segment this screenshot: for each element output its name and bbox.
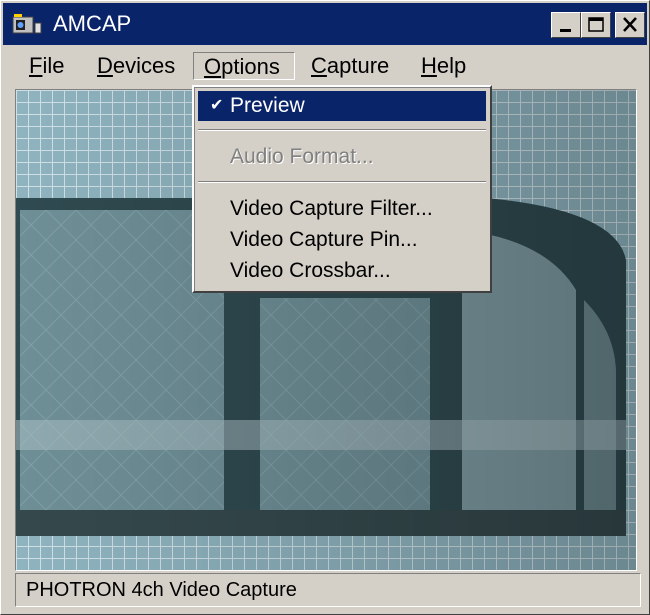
title-bar[interactable]: AMCAP	[3, 3, 647, 45]
maximize-icon	[588, 17, 604, 32]
menu-options[interactable]: Options	[193, 52, 295, 80]
menu-devices-mnemonic: D	[97, 53, 113, 78]
menu-item-preview[interactable]: ✔ Preview	[198, 91, 486, 121]
menu-item-video-capture-filter-label: Video Capture Filter...	[230, 197, 433, 220]
status-bar: PHOTRON 4ch Video Capture	[15, 573, 641, 607]
menu-capture-mnemonic: C	[311, 53, 327, 78]
menu-file-label: ile	[42, 53, 65, 78]
menu-item-video-capture-pin[interactable]: Video Capture Pin...	[198, 225, 486, 255]
menu-help[interactable]: Help	[411, 52, 476, 80]
menu-file[interactable]: File	[19, 52, 74, 80]
minimize-icon	[560, 29, 571, 32]
menu-devices-label: evices	[112, 53, 176, 78]
menu-options-label: ptions	[221, 54, 280, 79]
menu-file-mnemonic: F	[29, 53, 43, 78]
maximize-button[interactable]	[581, 12, 611, 38]
menu-item-video-crossbar-label: Video Crossbar...	[230, 259, 391, 282]
window-title: AMCAP	[53, 11, 132, 36]
menu-capture-label: apture	[326, 53, 390, 78]
menu-capture[interactable]: Capture	[301, 52, 399, 80]
menu-separator	[198, 129, 486, 131]
menu-devices[interactable]: Devices	[87, 52, 185, 80]
check-icon: ✔	[210, 97, 224, 114]
status-text: PHOTRON 4ch Video Capture	[26, 579, 297, 601]
menu-item-audio-format-label: Audio Format...	[230, 145, 374, 168]
menu-item-audio-format: Audio Format...	[198, 142, 486, 172]
minimize-button[interactable]	[551, 12, 581, 38]
menu-item-video-capture-filter[interactable]: Video Capture Filter...	[198, 194, 486, 224]
options-dropdown: ✔ Preview Audio Format... Video Capture …	[192, 85, 492, 293]
menu-separator	[198, 181, 486, 183]
menu-options-mnemonic: O	[204, 54, 222, 79]
menu-item-video-capture-pin-label: Video Capture Pin...	[230, 228, 418, 251]
amcap-window: AMCAP File Devices Options Capture Help	[0, 0, 650, 615]
menu-help-mnemonic: H	[421, 53, 437, 78]
menu-help-label: elp	[436, 53, 467, 78]
close-icon	[623, 17, 637, 32]
menu-item-video-crossbar[interactable]: Video Crossbar...	[198, 256, 486, 286]
close-button[interactable]	[615, 12, 645, 38]
menu-item-preview-label: Preview	[230, 94, 305, 117]
app-icon	[12, 14, 42, 34]
menu-bar: File Devices Options Capture Help	[3, 45, 647, 87]
